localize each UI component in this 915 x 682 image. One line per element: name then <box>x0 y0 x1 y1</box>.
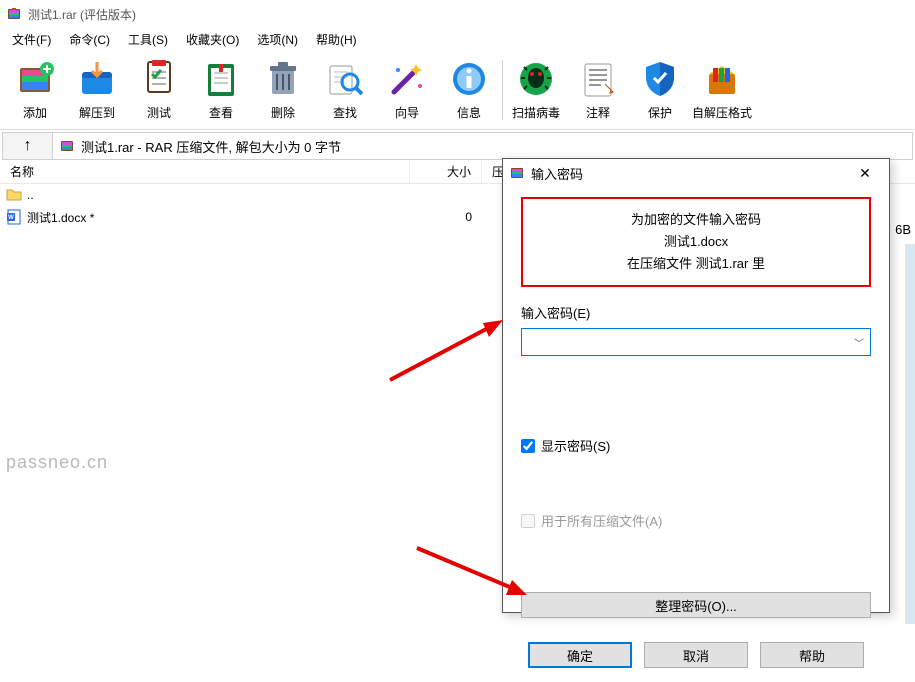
svg-text:W: W <box>8 215 14 221</box>
folder-up-icon <box>6 187 22 203</box>
tool-delete[interactable]: 删除 <box>252 53 314 127</box>
location-path[interactable]: 测试1.rar - RAR 压缩文件, 解包大小为 0 字节 <box>53 133 912 159</box>
tool-test-label: 测试 <box>147 104 171 121</box>
sfx-icon <box>701 58 743 100</box>
tool-scan[interactable]: 扫描病毒 <box>505 53 567 127</box>
extract-icon <box>76 58 118 100</box>
tool-sfx-label: 自解压格式 <box>692 104 752 121</box>
show-password-label: 显示密码(S) <box>541 436 610 455</box>
tool-info-label: 信息 <box>457 104 481 121</box>
archive-icon <box>59 138 75 154</box>
window-title: 测试1.rar (评估版本) <box>28 6 136 23</box>
column-size[interactable]: 大小 <box>410 160 482 183</box>
info-icon <box>448 58 490 100</box>
tool-protect[interactable]: 保护 <box>629 53 691 127</box>
tool-extract[interactable]: 解压到 <box>66 53 128 127</box>
menu-file[interactable]: 文件(F) <box>4 29 59 50</box>
password-label: 输入密码(E) <box>521 303 871 322</box>
app-icon <box>6 6 22 22</box>
show-password-checkbox[interactable]: 显示密码(S) <box>521 436 871 455</box>
message-box: 为加密的文件输入密码 测试1.docx 在压缩文件 测试1.rar 里 <box>521 197 871 287</box>
tool-view[interactable]: 查看 <box>190 53 252 127</box>
tool-add-label: 添加 <box>23 104 47 121</box>
watermark: passneo.cn <box>6 452 108 473</box>
test-icon <box>138 58 180 100</box>
bg-strip <box>905 244 915 624</box>
dialog-footer: 确定 取消 帮助 <box>503 628 889 682</box>
tool-comment-label: 注释 <box>586 104 610 121</box>
close-button[interactable]: ✕ <box>847 162 883 184</box>
menu-tools[interactable]: 工具(S) <box>120 29 176 50</box>
tool-add[interactable]: 添加 <box>4 53 66 127</box>
protect-icon <box>639 58 681 100</box>
scan-icon <box>515 58 557 100</box>
tool-wizard[interactable]: 向导 <box>376 53 438 127</box>
tool-find-label: 查找 <box>333 104 357 121</box>
docx-icon: W <box>6 209 22 225</box>
password-dropdown[interactable]: ﹀ <box>849 330 869 354</box>
show-password-input[interactable] <box>521 439 535 453</box>
toolbar: 添加 解压到 测试 查看 删除 查找 向导 信息 扫描病毒 注释 保护 <box>0 50 915 130</box>
chevron-down-icon: ﹀ <box>854 335 864 350</box>
use-all-input <box>521 514 535 528</box>
wizard-icon <box>386 58 428 100</box>
tool-sfx[interactable]: 自解压格式 <box>691 53 753 127</box>
dialog-icon <box>509 165 525 181</box>
tool-test[interactable]: 测试 <box>128 53 190 127</box>
menu-options[interactable]: 选项(N) <box>249 29 306 50</box>
cancel-button[interactable]: 取消 <box>644 642 748 668</box>
find-icon <box>324 58 366 100</box>
comment-icon <box>577 58 619 100</box>
tool-view-label: 查看 <box>209 104 233 121</box>
titlebar: 测试1.rar (评估版本) <box>0 0 915 28</box>
up-button[interactable]: ↑ <box>3 133 53 159</box>
annotation-arrow-1 <box>385 315 505 385</box>
dialog-title: 输入密码 <box>531 164 841 183</box>
toolbar-separator <box>502 60 503 120</box>
menu-favorites[interactable]: 收藏夹(O) <box>178 29 247 50</box>
tool-extract-label: 解压到 <box>79 104 115 121</box>
delete-icon <box>262 58 304 100</box>
file-name: .. <box>27 188 34 202</box>
file-size: 0 <box>410 210 482 224</box>
tool-info[interactable]: 信息 <box>438 53 500 127</box>
password-dialog: 输入密码 ✕ 为加密的文件输入密码 测试1.docx 在压缩文件 测试1.rar… <box>502 158 890 613</box>
use-all-checkbox: 用于所有压缩文件(A) <box>521 511 871 530</box>
file-name: 测试1.docx * <box>27 209 94 226</box>
organize-passwords-button[interactable]: 整理密码(O)... <box>521 592 871 618</box>
menu-commands[interactable]: 命令(C) <box>61 29 118 50</box>
dialog-titlebar[interactable]: 输入密码 ✕ <box>503 159 889 187</box>
tool-comment[interactable]: 注释 <box>567 53 629 127</box>
location-bar: ↑ 测试1.rar - RAR 压缩文件, 解包大小为 0 字节 <box>2 132 913 160</box>
menubar: 文件(F) 命令(C) 工具(S) 收藏夹(O) 选项(N) 帮助(H) <box>0 28 915 50</box>
message-line-1: 为加密的文件输入密码 <box>531 209 861 231</box>
tool-protect-label: 保护 <box>648 104 672 121</box>
tool-find[interactable]: 查找 <box>314 53 376 127</box>
tool-scan-label: 扫描病毒 <box>512 104 560 121</box>
use-all-label: 用于所有压缩文件(A) <box>541 511 662 530</box>
password-input[interactable] <box>521 328 871 356</box>
tool-delete-label: 删除 <box>271 104 295 121</box>
message-line-2: 测试1.docx <box>531 231 861 253</box>
tool-wizard-label: 向导 <box>395 104 419 121</box>
message-line-3: 在压缩文件 测试1.rar 里 <box>531 253 861 275</box>
ok-button[interactable]: 确定 <box>528 642 632 668</box>
add-icon <box>14 58 56 100</box>
menu-help[interactable]: 帮助(H) <box>308 29 365 50</box>
bg-partial-text: 6B <box>895 222 911 237</box>
up-arrow-icon: ↑ <box>24 137 32 155</box>
column-name[interactable]: 名称 <box>0 160 410 183</box>
view-icon <box>200 58 242 100</box>
help-button[interactable]: 帮助 <box>760 642 864 668</box>
close-icon: ✕ <box>859 165 871 182</box>
location-text: 测试1.rar - RAR 压缩文件, 解包大小为 0 字节 <box>81 137 341 156</box>
